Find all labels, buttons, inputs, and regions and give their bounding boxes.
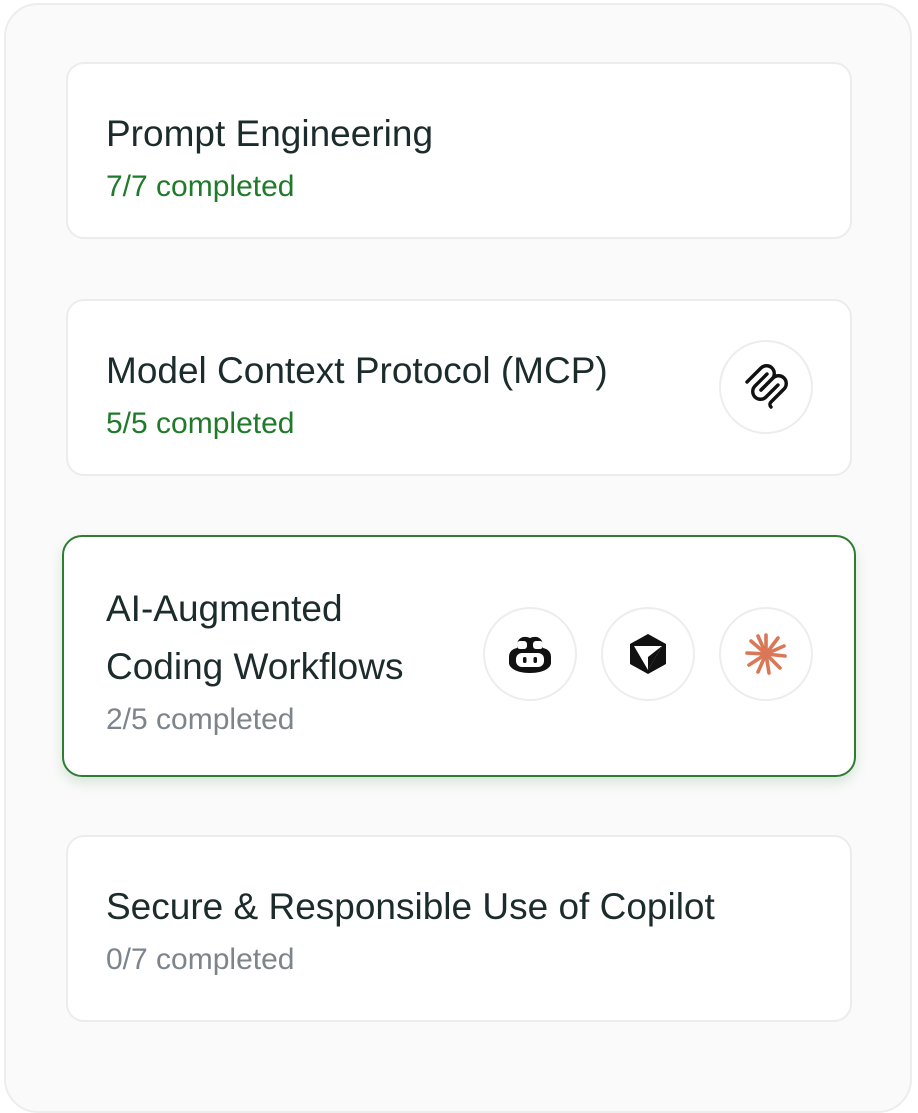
cursor-icon bbox=[630, 634, 666, 674]
course-title-line: Coding Workflows bbox=[106, 646, 404, 687]
mcp-icon-button[interactable] bbox=[719, 340, 813, 434]
course-title-line: AI-Augmented bbox=[106, 588, 343, 629]
course-card-prompt-engineering[interactable]: Prompt Engineering 7/7 completed bbox=[66, 62, 852, 239]
course-progress: 7/7 completed bbox=[106, 170, 295, 203]
course-progress: 0/7 completed bbox=[106, 943, 295, 976]
mcp-icon bbox=[745, 364, 788, 409]
course-card-mcp[interactable]: Model Context Protocol (MCP) 5/5 complet… bbox=[66, 299, 852, 476]
course-progress: 5/5 completed bbox=[106, 407, 295, 440]
copilot-icon-button[interactable] bbox=[483, 607, 577, 701]
course-card-text: Model Context Protocol (MCP) 5/5 complet… bbox=[106, 342, 608, 444]
course-card-text: Prompt Engineering 7/7 completed bbox=[106, 105, 433, 207]
course-title: Prompt Engineering bbox=[106, 113, 434, 154]
cursor-icon-button[interactable] bbox=[601, 607, 695, 701]
claude-icon bbox=[745, 633, 787, 675]
course-title: Secure & Responsible Use of Copilot bbox=[106, 886, 715, 927]
course-card-secure-responsible-copilot[interactable]: Secure & Responsible Use of Copilot 0/7 … bbox=[66, 835, 852, 1022]
course-title: Model Context Protocol (MCP) bbox=[106, 350, 608, 391]
course-card-ai-augmented-coding[interactable]: AI-Augmented Coding Workflows 2/5 comple… bbox=[62, 535, 856, 777]
claude-icon-button[interactable] bbox=[719, 607, 813, 701]
course-card-text: Secure & Responsible Use of Copilot 0/7 … bbox=[106, 878, 715, 980]
copilot-icon bbox=[509, 636, 551, 673]
course-progress: 2/5 completed bbox=[106, 703, 295, 736]
course-card-text: AI-Augmented Coding Workflows 2/5 comple… bbox=[106, 580, 403, 740]
course-title: AI-Augmented Coding Workflows bbox=[106, 580, 403, 696]
